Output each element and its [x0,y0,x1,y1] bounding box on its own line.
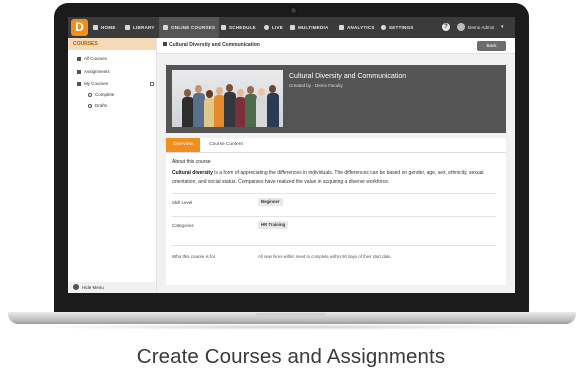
nav-label: ONLINE COURSES [171,25,216,30]
person-head [216,87,223,95]
nav-label: SETTINGS [389,25,414,30]
analytics-icon [339,24,344,30]
nav-analytics[interactable]: ANALYTICS [339,17,375,38]
calendar-icon [221,24,226,30]
person-head [206,90,213,98]
nav-label: MULTIMEDIA [298,25,329,30]
audience-value: All new hires within need to complete wi… [258,254,392,259]
main-header: Cultural Diversity and Communication Bac… [157,38,515,54]
person-head [184,89,191,97]
library-icon [125,24,130,30]
person-body [267,93,279,127]
nav-label: ANALYTICS [347,25,375,30]
about-heading: About this course [172,159,211,165]
draft-icon [88,103,92,108]
skill-level-label: Skill Level [172,200,193,205]
about-body: is a form of appreciating the difference… [172,170,484,185]
divider [172,245,496,246]
avatar[interactable] [457,23,465,31]
about-bold-term: Cultural diversity [172,170,213,176]
nav-library[interactable]: LIBRARY [125,17,155,38]
nav-live[interactable]: LIVE [264,17,283,38]
back-button[interactable]: Back [477,41,506,51]
caption: Create Courses and Assignments [136,345,446,368]
course-author: Created by - Demo Faculty [289,83,343,88]
nav-label: LIVE [272,25,284,30]
collapse-icon[interactable] [150,82,154,86]
laptop-shadow [20,324,565,330]
audience-label: Who this course is for [172,254,216,259]
sidebar-item-my-courses[interactable]: My Courses [77,81,108,86]
hide-menu-label: Hide Menu [82,285,104,290]
assignment-icon [77,69,81,74]
course-title: Cultural Diversity and Communication [289,73,407,80]
person-head [258,88,265,96]
nav-label: SCHEDULE [229,25,256,30]
sidebar-item-complete[interactable]: Complete [88,92,114,97]
app-logo[interactable]: D [71,19,88,36]
sidebar-item-label: My Courses [84,81,109,86]
page-title-text: Cultural Diversity and Communication [169,42,260,48]
help-icon[interactable]: ? [442,23,450,31]
laptop-notch [256,313,326,318]
page-title: Cultural Diversity and Communication [163,38,260,53]
divider [172,216,496,217]
sidebar-item-label: All Courses [84,56,108,61]
sidebar-item-label: Drafts [95,103,108,108]
about-text: Cultural diversity is a form of apprecia… [172,169,498,187]
nav-settings[interactable]: SETTINGS [381,17,414,38]
person-head [269,85,276,93]
sidebar-item-assignments[interactable]: Assignments [77,69,110,74]
arrow-left-icon [73,284,79,290]
person-body [256,96,267,127]
sidebar-item-all-courses[interactable]: All Courses [77,56,107,61]
overview-content: About this course Cultural diversity is … [166,153,506,285]
person-head [237,89,244,97]
category-badge: HR Training [258,221,289,229]
course-banner: Cultural Diversity and Communication Cre… [166,65,506,133]
sidebar: COURSES All Courses Assignments My Cours… [68,38,157,293]
gear-icon [381,24,386,30]
chevron-down-icon[interactable]: ▾ [501,17,504,38]
divider [172,193,496,194]
check-circle-icon [88,92,92,97]
nav-online-courses[interactable]: ONLINE COURSES [159,17,220,38]
course-image [172,70,283,127]
person-head [195,85,202,93]
camera [291,8,296,13]
nav-label: HOME [101,25,116,30]
main-panel: Cultural Diversity and Communication Bac… [157,38,515,293]
hide-menu-button[interactable]: Hide Menu [68,282,156,293]
sidebar-header[interactable]: COURSES [68,38,156,50]
categories-label: Categories [172,223,194,228]
nav-home[interactable]: HOME [93,17,116,38]
tab-overview[interactable]: Overview [166,138,200,152]
skill-level-badge: Beginner [258,198,283,206]
book-icon [163,42,167,47]
nav-multimedia[interactable]: MULTIMEDIA [290,17,329,38]
folder-icon [77,81,81,86]
sidebar-item-drafts[interactable]: Drafts [88,103,107,108]
grid-icon [77,56,81,61]
tab-course-content[interactable]: Course Content [204,138,248,152]
nav-label: LIBRARY [133,25,155,30]
top-nav: D HOME LIBRARY ONLINE COURSES SCHEDULE L… [68,17,515,38]
live-icon [264,24,269,30]
multimedia-icon [290,24,295,30]
person-head [226,84,233,92]
person-head [247,86,254,94]
sidebar-item-label: Complete [95,92,115,97]
nav-schedule[interactable]: SCHEDULE [221,17,256,38]
home-icon [93,24,98,30]
user-name[interactable]: Demo Admin [468,17,494,38]
sidebar-item-label: Assignments [84,69,110,74]
courses-icon [163,24,168,30]
course-tabs: Overview Course Content [166,138,506,153]
screen: D HOME LIBRARY ONLINE COURSES SCHEDULE L… [68,17,515,293]
